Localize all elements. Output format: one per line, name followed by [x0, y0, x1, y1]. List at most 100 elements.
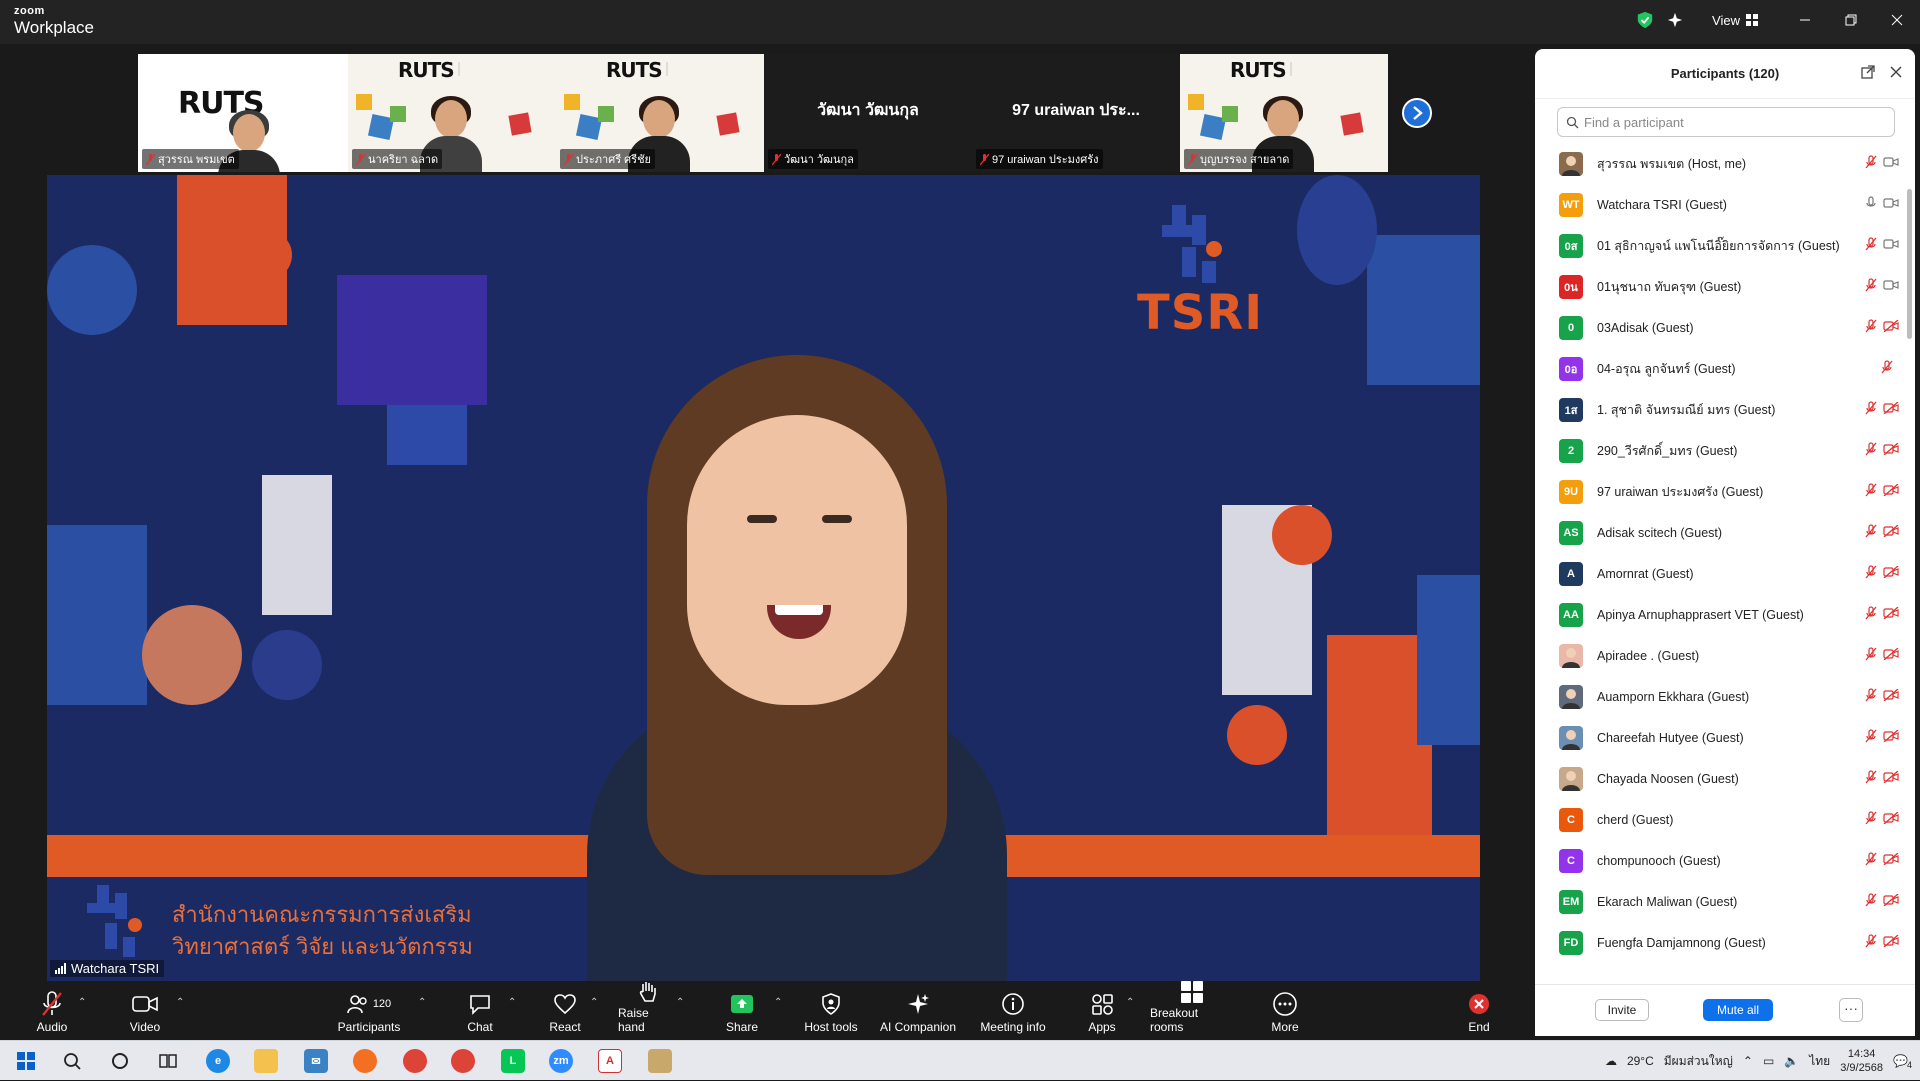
apps-button[interactable]: Apps [1088, 983, 1116, 1040]
mic-muted-icon[interactable] [1865, 524, 1877, 543]
active-speaker-video[interactable]: TSRI สำนักงานคณะกรรมการส่งเสริม วิทยาศาส… [47, 175, 1480, 981]
mic-muted-icon[interactable] [1865, 401, 1877, 420]
clock[interactable]: 14:34 3/9/2568 [1840, 1047, 1883, 1075]
participant-row[interactable]: 0ส 01 สุธิกาญจน์ แพโนนีอิ๊ยิยการจัดการ (G… [1535, 225, 1907, 266]
participant-row[interactable]: 0น 01นุชนาถ ทับครุฑ (Guest) [1535, 266, 1907, 307]
meeting-info-button[interactable]: Meeting info [978, 983, 1048, 1040]
task-view-icon[interactable] [156, 1049, 180, 1073]
panel-more-button[interactable]: ··· [1839, 998, 1863, 1022]
participant-row[interactable]: AA Apinya Arnuphapprasert VET (Guest) [1535, 594, 1907, 635]
participant-row[interactable]: A Amornrat (Guest) [1535, 553, 1907, 594]
mic-muted-icon[interactable] [1865, 893, 1877, 912]
chrome-profile-icon[interactable] [451, 1049, 475, 1073]
pdf-reader-icon[interactable]: A [598, 1049, 622, 1073]
mic-muted-icon[interactable] [1865, 688, 1877, 707]
mic-muted-icon[interactable] [1865, 565, 1877, 584]
ai-sparkle-icon[interactable] [1662, 7, 1688, 33]
weather-icon[interactable]: ☁ [1605, 1054, 1617, 1068]
ai-companion-button[interactable]: AI Companion [878, 983, 958, 1040]
breakout-rooms-button[interactable]: Breakout rooms [1150, 981, 1234, 1040]
participant-row[interactable]: 0 03Adisak (Guest) [1535, 307, 1907, 348]
notification-icon[interactable]: 💬 4 [1893, 1054, 1912, 1070]
participants-caret-icon[interactable]: ⌃ [418, 997, 426, 1008]
participant-search-box[interactable] [1557, 107, 1895, 137]
view-button[interactable]: View [1702, 10, 1768, 31]
mic-muted-icon[interactable] [1865, 606, 1877, 625]
participant-row[interactable]: Ccherd (Guest) [1535, 799, 1907, 840]
gallery-tile-3[interactable]: RUTS ประภาศรี ศรีชัย [556, 54, 764, 172]
participant-row[interactable]: Chareefah Hutyee (Guest) [1535, 717, 1907, 758]
mic-muted-icon[interactable] [1865, 155, 1877, 174]
participant-row[interactable]: WT Watchara TSRI (Guest) [1535, 184, 1907, 225]
security-shield-icon[interactable] [1632, 7, 1658, 33]
file-explorer-icon[interactable] [254, 1049, 278, 1073]
host-tools-button[interactable]: Host tools [800, 983, 862, 1040]
participant-row[interactable]: Chayada Noosen (Guest) [1535, 758, 1907, 799]
participant-row[interactable]: FD Fuengfa Damjamnong (Guest) [1535, 922, 1907, 963]
mic-muted-icon[interactable] [1865, 278, 1877, 297]
minimize-button[interactable] [1782, 0, 1828, 40]
windows-start-icon[interactable] [14, 1049, 38, 1073]
participant-row[interactable]: Apiradee . (Guest) [1535, 635, 1907, 676]
line-app-icon[interactable]: L [501, 1049, 525, 1073]
restore-button[interactable] [1828, 0, 1874, 40]
mic-icon[interactable] [1865, 196, 1877, 215]
participant-search-input[interactable] [1584, 114, 1874, 130]
gallery-tile-1[interactable]: RUTS สุวรรณ พรมเขต [138, 54, 348, 172]
more-button[interactable]: More [1270, 983, 1300, 1040]
mic-muted-icon[interactable] [1865, 729, 1877, 748]
participant-row[interactable]: 2 290_วีรศักดิ์_มทร (Guest) [1535, 430, 1907, 471]
network-icon[interactable]: ▭ [1763, 1054, 1774, 1068]
chrome-icon[interactable] [403, 1049, 427, 1073]
mic-muted-icon[interactable] [1865, 483, 1877, 502]
gallery-tile-6[interactable]: RUTS บุญบรรจง สายลาด [1180, 54, 1388, 172]
participant-row[interactable]: 1ส 1. สุชาติ จันทรมณีย์ มทร (Guest) [1535, 389, 1907, 430]
participants-button[interactable]: 120 Participants [333, 983, 405, 1040]
mic-muted-icon[interactable] [1865, 934, 1877, 953]
close-window-button[interactable] [1874, 0, 1920, 40]
participant-row[interactable]: สุวรรณ พรมเขต (Host, me) [1535, 143, 1907, 184]
mic-muted-icon[interactable] [1865, 852, 1877, 871]
participant-row[interactable]: 0อ 04-อรุณ ลูกจันทร์ (Guest) [1535, 348, 1907, 389]
audio-caret-icon[interactable]: ⌃ [78, 997, 86, 1008]
participant-row[interactable]: AS Adisak scitech (Guest) [1535, 512, 1907, 553]
participant-row[interactable]: Cchompunooch (Guest) [1535, 840, 1907, 881]
gallery-tile-2[interactable]: RUTS นาคริยา ฉลาด [348, 54, 556, 172]
close-panel-icon[interactable] [1889, 63, 1903, 84]
share-button[interactable]: Share [724, 983, 760, 1040]
end-meeting-button[interactable]: End [1466, 983, 1492, 1040]
participant-row[interactable]: EM Ekarach Maliwan (Guest) [1535, 881, 1907, 922]
mic-muted-icon[interactable] [1865, 811, 1877, 830]
apps-caret-icon[interactable]: ⌃ [1126, 997, 1134, 1008]
participant-row[interactable]: 9U 97 uraiwan ประมงศรัง (Guest) [1535, 471, 1907, 512]
gallery-tile-4[interactable]: วัฒนา วัฒนกุล วัฒนา วัฒนกุล [764, 54, 972, 172]
share-caret-icon[interactable]: ⌃ [774, 997, 782, 1008]
search-icon[interactable] [60, 1049, 84, 1073]
volume-icon[interactable]: 🔈 [1784, 1054, 1799, 1068]
mic-muted-icon[interactable] [1881, 360, 1893, 379]
raise-hand-caret-icon[interactable]: ⌃ [676, 997, 684, 1008]
mic-muted-icon[interactable] [1865, 442, 1877, 461]
edge-icon[interactable]: e [206, 1049, 230, 1073]
zoom-app-icon[interactable]: zm [549, 1049, 573, 1073]
invite-button[interactable]: Invite [1595, 999, 1649, 1021]
gallery-tile-5[interactable]: 97 uraiwan ประ... 97 uraiwan ประมงศรัง [972, 54, 1180, 172]
mic-muted-icon[interactable] [1865, 319, 1877, 338]
chat-caret-icon[interactable]: ⌃ [508, 997, 516, 1008]
gallery-next-button[interactable] [1402, 98, 1432, 128]
react-caret-icon[interactable]: ⌃ [590, 997, 598, 1008]
input-language[interactable]: ไทย [1809, 1052, 1830, 1071]
mute-all-button[interactable]: Mute all [1703, 999, 1773, 1021]
participants-scrollbar[interactable] [1907, 189, 1912, 339]
cortana-icon[interactable] [108, 1049, 132, 1073]
pop-out-icon[interactable] [1861, 65, 1875, 84]
chevron-up-icon[interactable]: ⌃ [1743, 1054, 1753, 1068]
firefox-icon[interactable] [353, 1049, 377, 1073]
mail-icon[interactable]: ✉ [304, 1049, 328, 1073]
video-caret-icon[interactable]: ⌃ [176, 997, 184, 1008]
chat-button[interactable]: Chat [462, 983, 498, 1040]
raise-hand-button[interactable]: Raise hand [618, 982, 678, 1040]
mic-muted-icon[interactable] [1865, 770, 1877, 789]
participant-row[interactable]: Auamporn Ekkhara (Guest) [1535, 676, 1907, 717]
temperature[interactable]: 29°C [1627, 1054, 1654, 1068]
